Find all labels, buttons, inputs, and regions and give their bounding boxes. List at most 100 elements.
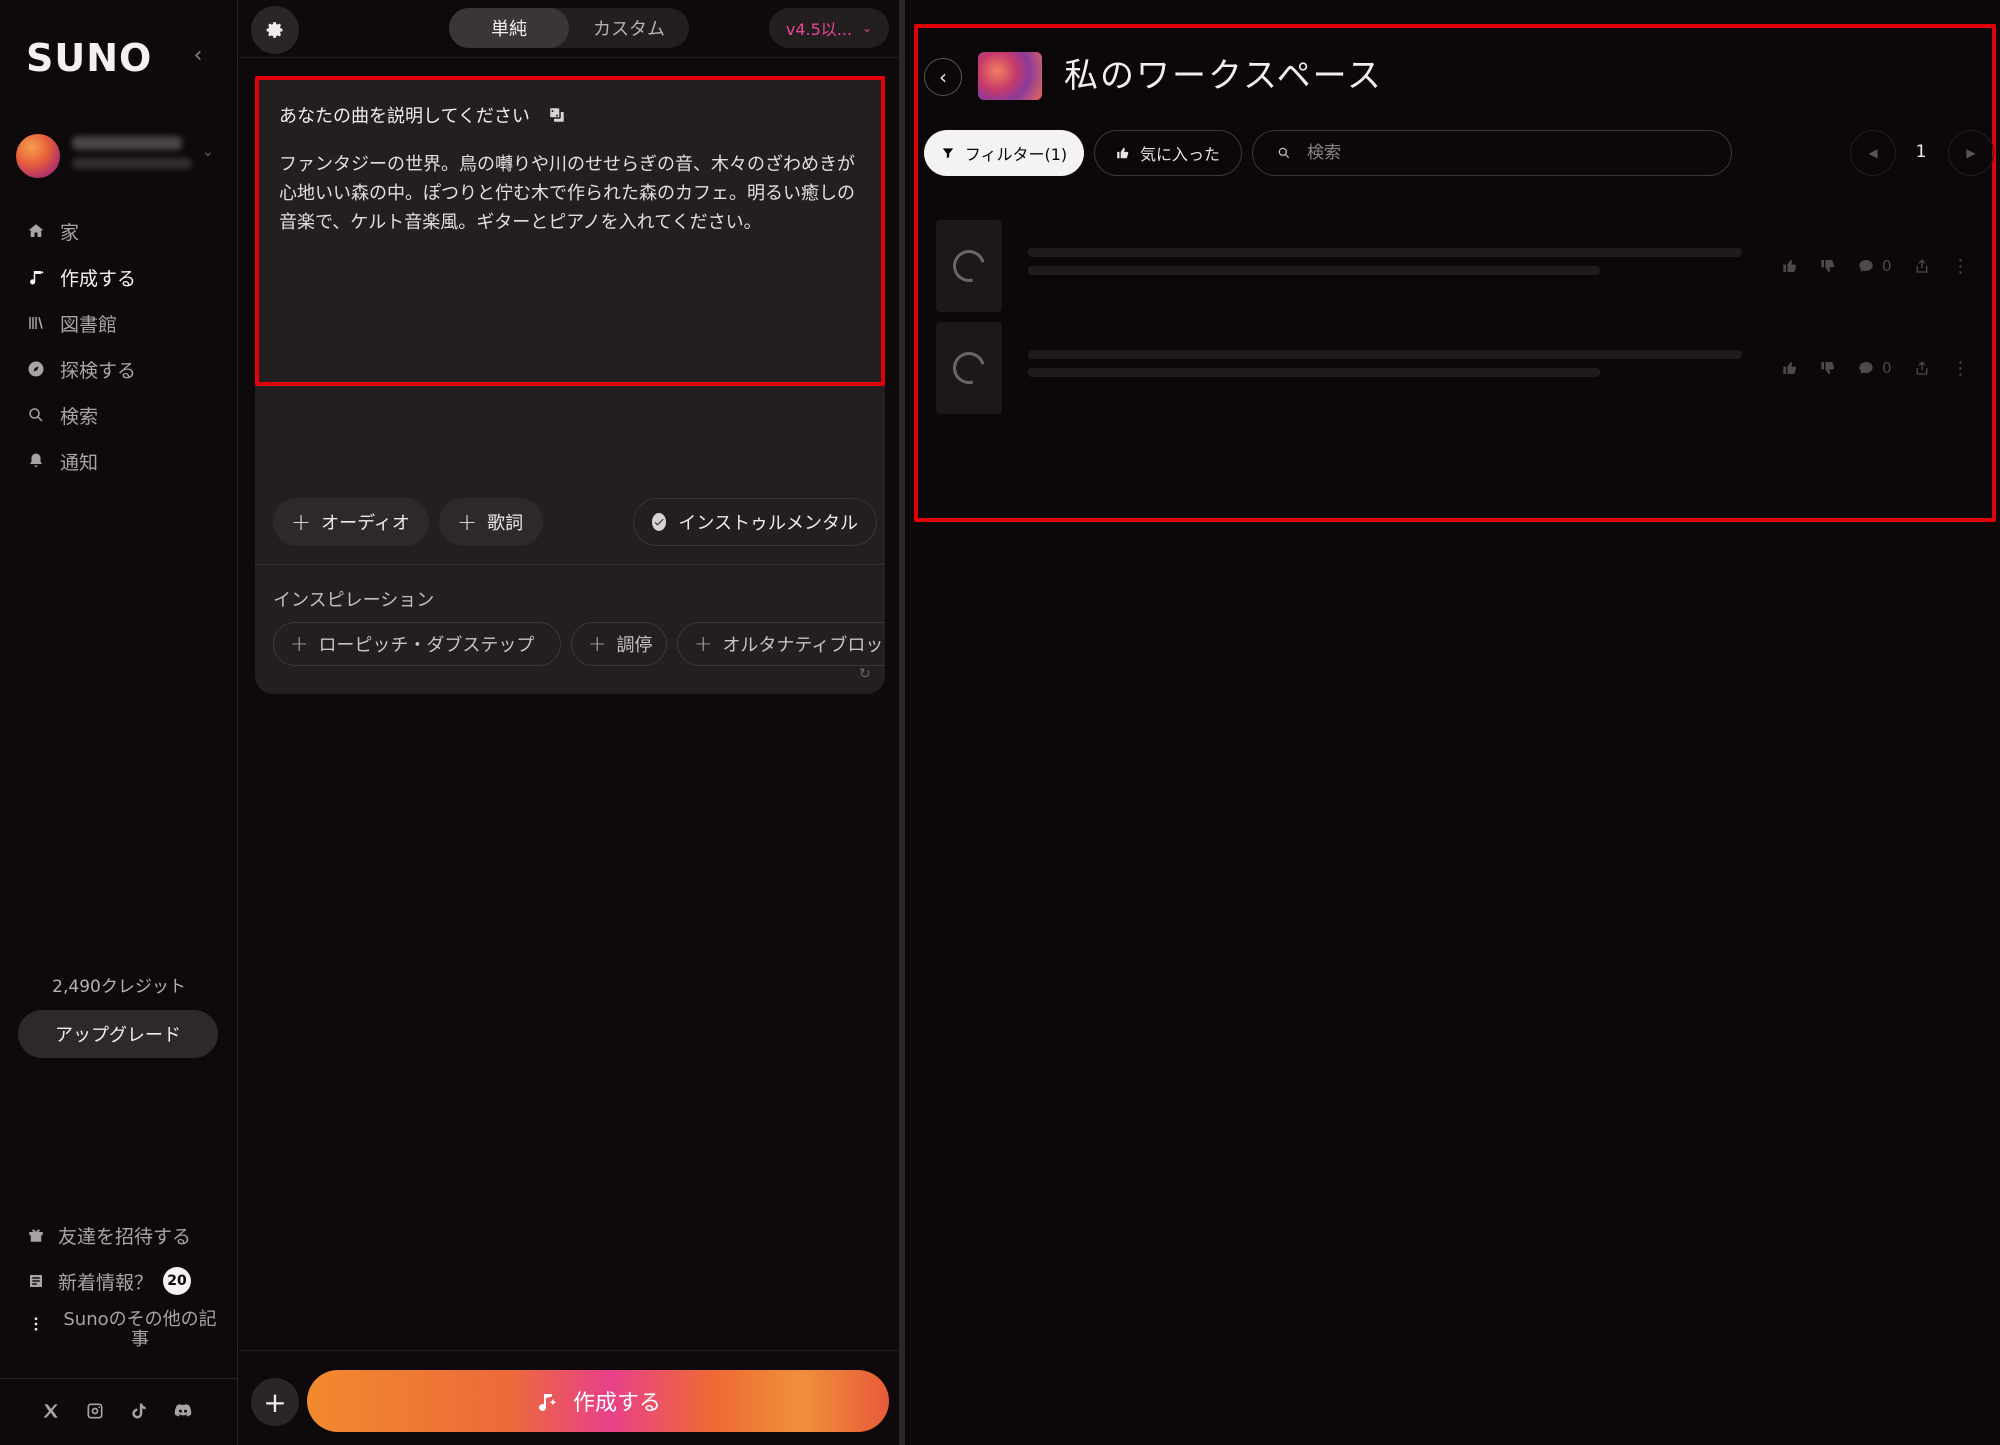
comment-button[interactable]: 0 bbox=[1858, 257, 1892, 275]
bell-icon bbox=[26, 451, 46, 471]
tiktok-icon[interactable] bbox=[128, 1400, 150, 1422]
inspiration-tag-label: 調停 bbox=[616, 635, 653, 656]
model-version-dropdown[interactable]: v4.5以... ⌄ bbox=[769, 8, 889, 48]
loading-spinner-icon bbox=[947, 244, 991, 288]
skeleton-subtitle bbox=[1028, 266, 1600, 275]
search-icon bbox=[1278, 147, 1290, 159]
pager-prev-button[interactable]: ◀ bbox=[1850, 130, 1896, 176]
workspace-panel: ‹ 私のワークスペース フィルター(1) 気に入った ◀ 1 ▶ 0 ⋮ bbox=[906, 0, 2000, 1445]
library-icon bbox=[26, 313, 46, 333]
x-icon[interactable] bbox=[40, 1400, 62, 1422]
comment-icon bbox=[1859, 362, 1873, 374]
suno-logo[interactable]: SUNO bbox=[26, 36, 152, 80]
loading-spinner-icon bbox=[947, 346, 991, 390]
sidebar-item-library[interactable]: 図書館 bbox=[26, 300, 226, 346]
panel-resize-handle[interactable] bbox=[899, 0, 905, 1445]
inspiration-tag-label: ローピッチ・ダブステップ bbox=[318, 635, 535, 656]
mode-simple-tab[interactable]: 単純 bbox=[449, 8, 569, 48]
sidebar-item-create[interactable]: 作成する bbox=[26, 254, 226, 300]
divider bbox=[0, 1378, 238, 1379]
settings-button[interactable] bbox=[251, 6, 299, 54]
chevron-down-icon[interactable]: ⌄ bbox=[202, 144, 214, 160]
sidebar-item-notifications[interactable]: 通知 bbox=[26, 438, 226, 484]
collapse-sidebar-button[interactable]: ‹ bbox=[186, 44, 210, 68]
thumbs-up-icon bbox=[1117, 147, 1129, 159]
inspiration-tag[interactable]: + ローピッチ・ダブステップ bbox=[273, 622, 561, 666]
song-row[interactable]: 0 ⋮ bbox=[936, 220, 1996, 312]
whats-new-badge: 20 bbox=[163, 1267, 192, 1295]
comment-button[interactable]: 0 bbox=[1858, 359, 1892, 377]
pager-next-button[interactable]: ▶ bbox=[1948, 130, 1994, 176]
refresh-icon[interactable]: ↻ bbox=[859, 666, 875, 682]
like-button[interactable] bbox=[1782, 258, 1798, 274]
share-button[interactable] bbox=[1914, 258, 1930, 274]
profile-name-blurred bbox=[72, 136, 182, 150]
profile-switcher[interactable]: ⌄ bbox=[16, 134, 216, 180]
inspiration-tag[interactable]: + オルタナティブロッ bbox=[677, 622, 885, 666]
more-vertical-icon bbox=[26, 1314, 46, 1334]
thumbs-down-icon bbox=[1821, 259, 1835, 273]
divider bbox=[239, 1350, 899, 1351]
more-from-suno-link[interactable]: Sunoのその他の記事 bbox=[26, 1304, 226, 1354]
song-description-label: あなたの曲を説明してください bbox=[279, 106, 530, 127]
sidebar-item-label: 探検する bbox=[60, 359, 137, 382]
workspace-search bbox=[1252, 130, 1732, 176]
chevron-left-icon: ‹ bbox=[939, 65, 947, 89]
create-button[interactable]: 作成する bbox=[307, 1370, 889, 1432]
upgrade-button[interactable]: アップグレード bbox=[18, 1010, 218, 1058]
invite-friends-label: 友達を招待する bbox=[58, 1225, 192, 1248]
thumbs-up-icon bbox=[1783, 259, 1797, 273]
skeleton-title bbox=[1028, 350, 1742, 359]
add-audio-button[interactable]: + オーディオ bbox=[273, 498, 429, 546]
mode-custom-tab[interactable]: カスタム bbox=[569, 8, 689, 48]
instrumental-label: インストゥルメンタル bbox=[678, 513, 858, 534]
sidebar-item-explore[interactable]: 探検する bbox=[26, 346, 226, 392]
liked-filter-button[interactable]: 気に入った bbox=[1094, 130, 1242, 176]
social-links bbox=[40, 1400, 194, 1422]
add-button[interactable]: + bbox=[251, 1378, 299, 1426]
sidebar-bottom-links: 友達を招待する 新着情報？ 20 Sunoのその他の記事 bbox=[26, 1212, 226, 1354]
discord-icon[interactable] bbox=[172, 1400, 194, 1422]
song-description-box[interactable]: あなたの曲を説明してください ファンタジーの世界。鳥の囀りや川のせせらぎの音、木… bbox=[255, 76, 885, 386]
more-options-icon[interactable]: ⋮ bbox=[1952, 256, 1970, 277]
compass-icon bbox=[26, 359, 46, 379]
dislike-button[interactable] bbox=[1820, 258, 1836, 274]
song-thumbnail-loading bbox=[936, 220, 1002, 312]
check-circle-icon bbox=[652, 513, 667, 531]
sidebar-item-label: 通知 bbox=[60, 451, 99, 474]
chevron-down-icon: ⌄ bbox=[862, 21, 873, 35]
comment-count: 0 bbox=[1882, 359, 1892, 377]
invite-friends-link[interactable]: 友達を招待する bbox=[26, 1212, 226, 1258]
inspiration-tag-label: オルタナティブロッ bbox=[722, 635, 884, 656]
plus-icon: + bbox=[290, 631, 309, 657]
create-topbar: 単純 カスタム v4.5以... ⌄ bbox=[239, 0, 899, 58]
newspaper-icon bbox=[26, 1271, 46, 1291]
workspace-search-input[interactable] bbox=[1307, 143, 1707, 163]
whats-new-label: 新着情報？ bbox=[58, 1271, 154, 1294]
instrumental-toggle[interactable]: インストゥルメンタル bbox=[633, 498, 877, 546]
inspiration-tags: + ローピッチ・ダブステップ + 調停 + オルタナティブロッ bbox=[273, 622, 885, 666]
dislike-button[interactable] bbox=[1820, 360, 1836, 376]
create-button-label: 作成する bbox=[572, 1391, 661, 1416]
whats-new-link[interactable]: 新着情報？ 20 bbox=[26, 1258, 226, 1304]
back-button[interactable]: ‹ bbox=[924, 58, 962, 96]
inspiration-tag[interactable]: + 調停 bbox=[571, 622, 667, 666]
like-button[interactable] bbox=[1782, 360, 1798, 376]
divider bbox=[255, 564, 885, 565]
plus-icon: + bbox=[588, 631, 607, 657]
avatar[interactable] bbox=[16, 134, 60, 178]
add-lyrics-button[interactable]: + 歌詞 bbox=[439, 498, 543, 546]
credits-count: 2,490クレジット bbox=[52, 977, 186, 997]
filter-button[interactable]: フィルター(1) bbox=[924, 130, 1084, 176]
inspiration-title: インスピレーション bbox=[273, 590, 435, 611]
more-options-icon[interactable]: ⋮ bbox=[1952, 358, 1970, 379]
music-sparkle-icon bbox=[539, 1394, 557, 1411]
share-button[interactable] bbox=[1914, 360, 1930, 376]
dice-icon[interactable] bbox=[548, 106, 566, 124]
song-row[interactable]: 0 ⋮ bbox=[936, 322, 1996, 414]
instagram-icon[interactable] bbox=[84, 1400, 106, 1422]
skeleton-subtitle bbox=[1028, 368, 1600, 377]
sidebar-item-search[interactable]: 検索 bbox=[26, 392, 226, 438]
sidebar-item-home[interactable]: 家 bbox=[26, 208, 226, 254]
song-description-input[interactable]: ファンタジーの世界。鳥の囀りや川のせせらぎの音、木々のざわめきが心地いい森の中。… bbox=[279, 150, 869, 237]
